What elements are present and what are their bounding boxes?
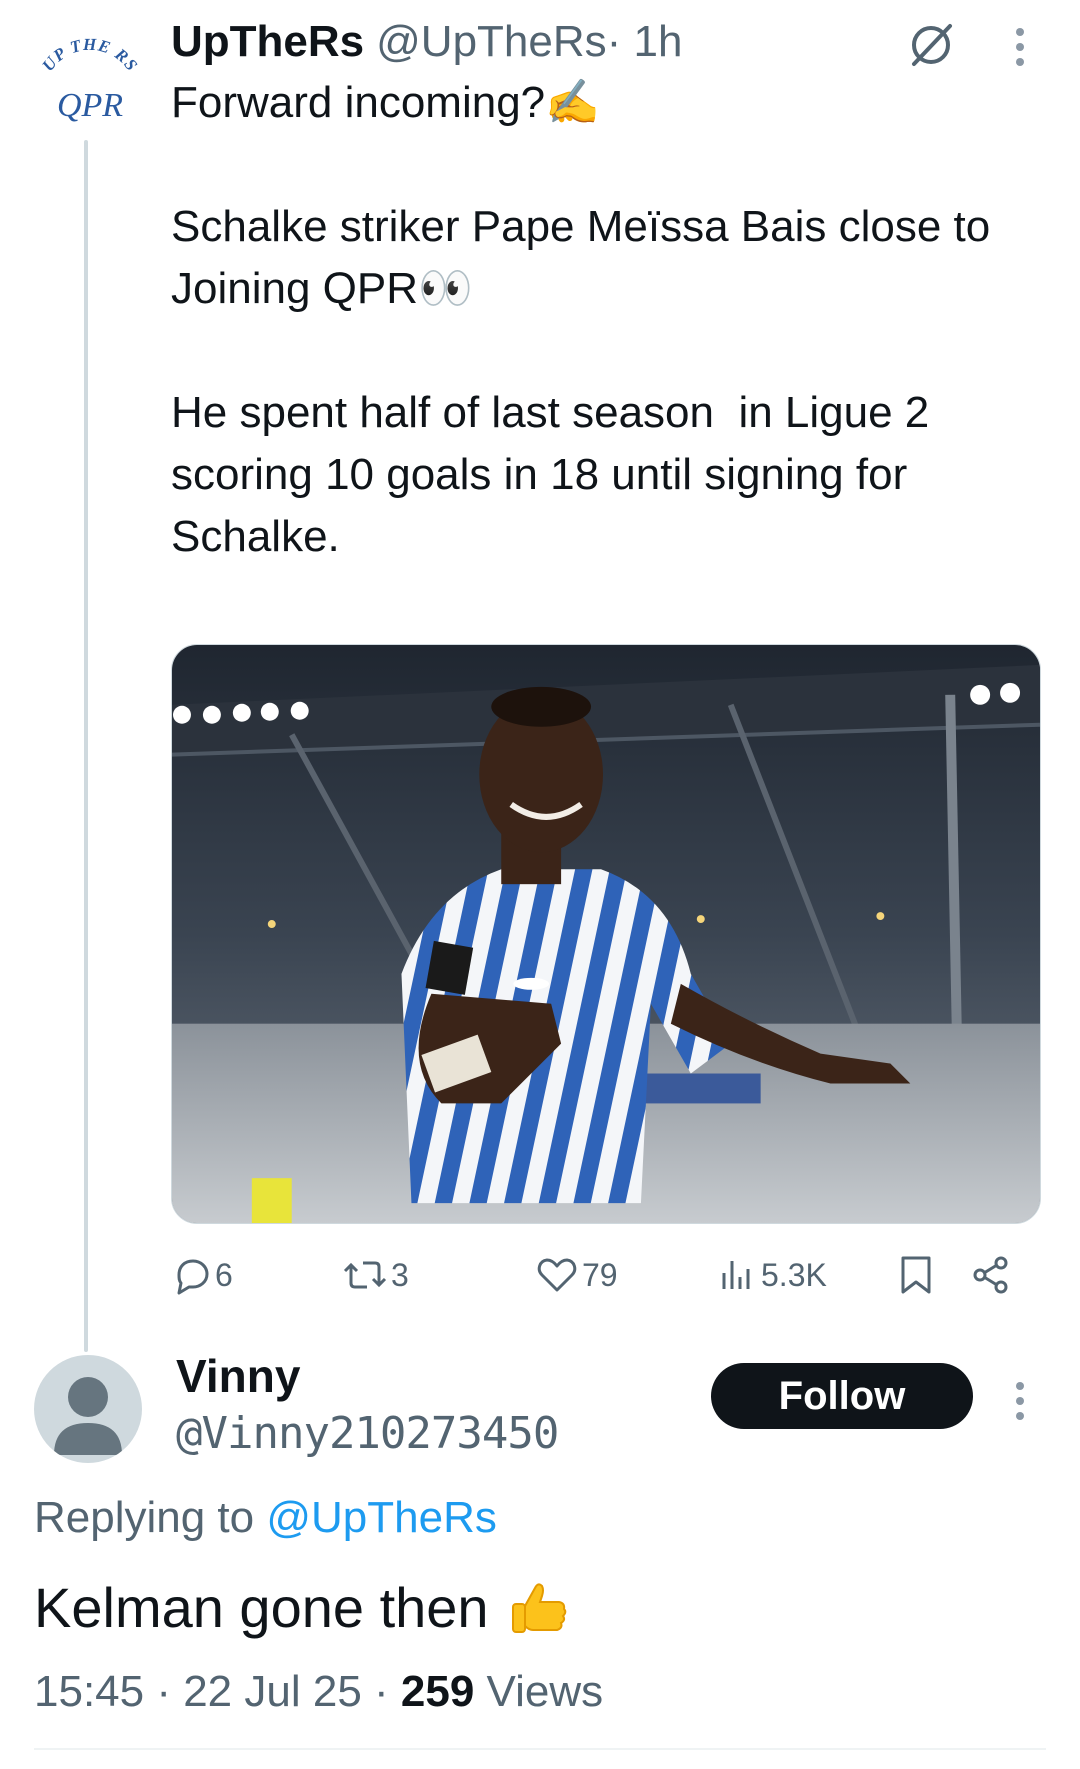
reply-action[interactable]: 6 <box>171 1245 233 1305</box>
avatar-placeholder-icon <box>54 1377 122 1455</box>
tweet-time[interactable]: · 1h <box>607 12 683 72</box>
views-count: 5.3K <box>761 1256 827 1293</box>
author-name[interactable]: UpTheRs <box>171 12 364 72</box>
reply-meta: 15:45 · 22 Jul 25 · 259 Views <box>34 1662 603 1722</box>
thread-line <box>84 140 88 1352</box>
svg-text:UP THE RS: UP THE RS <box>38 35 142 75</box>
like-icon <box>537 1258 577 1292</box>
author-handle[interactable]: @UpTheRs <box>376 12 607 72</box>
reply-text: Kelman gone then <box>34 1576 489 1639</box>
divider <box>34 1748 1046 1750</box>
reply-count: 6 <box>215 1256 233 1293</box>
replying-mention-link[interactable]: @UpTheRs <box>266 1493 497 1542</box>
reply-author-name[interactable]: Vinny <box>176 1346 300 1406</box>
reply-author-handle[interactable]: @Vinny210273450 <box>176 1404 559 1464</box>
more-icon[interactable] <box>1000 24 1040 70</box>
grok-icon[interactable] <box>906 20 956 70</box>
logo-text-bottom: QPR <box>57 87 123 124</box>
repost-action[interactable]: 3 <box>343 1245 409 1305</box>
more-icon[interactable] <box>1000 1378 1040 1424</box>
bookmark-action[interactable] <box>898 1245 934 1305</box>
share-action[interactable] <box>971 1245 1011 1305</box>
replying-to: Replying to @UpTheRs <box>34 1488 497 1548</box>
tweet-actions: 6 3 79 5.3K <box>171 1245 1041 1305</box>
avatar[interactable] <box>34 1355 142 1463</box>
tweet-text: Forward incoming?✍️ Schalke striker Pape… <box>171 78 991 561</box>
reply-views-label: Views <box>474 1667 604 1716</box>
share-icon <box>973 1256 1008 1294</box>
logo-text-top: UP THE RS <box>38 35 141 75</box>
reply-views-count: 259 <box>400 1667 475 1716</box>
tweet-media[interactable] <box>171 644 1041 1224</box>
tweet: UpTheRs @UpTheRs · 1h Forward incoming?✍… <box>171 12 1051 568</box>
replying-prefix: Replying to <box>34 1493 267 1542</box>
upthers-logo[interactable]: UP THE RS QPR <box>30 34 150 144</box>
reply-time[interactable]: 15:45 · 22 Jul 25 · <box>34 1667 401 1716</box>
follow-button[interactable]: Follow <box>711 1363 973 1429</box>
reply-text-container: Kelman gone then <box>34 1572 571 1644</box>
reply-icon <box>177 1259 209 1295</box>
like-action[interactable]: 79 <box>536 1245 618 1305</box>
bookmark-icon <box>901 1256 931 1294</box>
views-action[interactable]: 5.3K <box>719 1245 827 1305</box>
repost-count: 3 <box>391 1256 409 1293</box>
thumbs-up-icon <box>511 1583 566 1633</box>
views-icon <box>722 1261 750 1289</box>
like-count: 79 <box>582 1256 618 1293</box>
repost-icon <box>343 1261 387 1289</box>
